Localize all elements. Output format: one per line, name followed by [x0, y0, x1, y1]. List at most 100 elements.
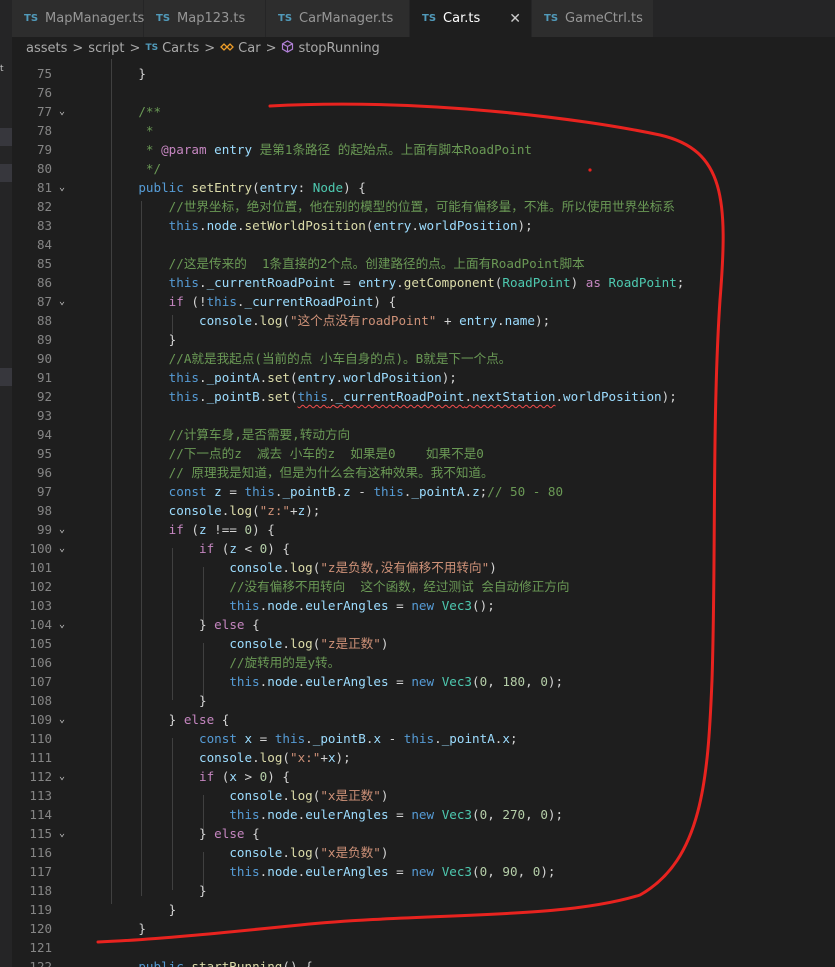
fold-chevron-icon[interactable]: [59, 938, 71, 957]
code-line[interactable]: 96 // 原理我是知道，但是为什么会有这种效果。我不知道。: [12, 463, 835, 482]
fold-chevron-icon[interactable]: [59, 273, 71, 292]
code-line[interactable]: 82 //世界坐标，绝对位置，他在别的模型的位置，可能有偏移量，不准。所以使用世…: [12, 197, 835, 216]
tab-gamectrl[interactable]: TS GameCtrl.ts: [532, 0, 654, 37]
close-icon[interactable]: ✕: [509, 11, 521, 27]
fold-chevron-icon[interactable]: [59, 235, 71, 254]
fold-chevron-icon[interactable]: [59, 596, 71, 615]
fold-chevron-icon[interactable]: [59, 406, 71, 425]
fold-chevron-icon[interactable]: ⌄: [59, 539, 71, 558]
code-line[interactable]: 81 ⌄ public setEntry(entry: Node) {: [12, 178, 835, 197]
fold-chevron-icon[interactable]: [59, 387, 71, 406]
sidebar-marker[interactable]: [0, 368, 12, 386]
breadcrumb-folder-assets[interactable]: assets: [26, 41, 67, 56]
code-line[interactable]: 99 ⌄ if (z !== 0) {: [12, 520, 835, 539]
fold-chevron-icon[interactable]: [59, 425, 71, 444]
code-line[interactable]: 88 console.log("这个点没有roadPoint" + entry.…: [12, 311, 835, 330]
fold-chevron-icon[interactable]: [59, 140, 71, 159]
fold-chevron-icon[interactable]: ⌄: [59, 710, 71, 729]
code-line[interactable]: 91 this._pointA.set(entry.worldPosition)…: [12, 368, 835, 387]
code-line[interactable]: 118 }: [12, 881, 835, 900]
code-line[interactable]: 111 console.log("x:"+x);: [12, 748, 835, 767]
code-line[interactable]: 78 *: [12, 121, 835, 140]
breadcrumb-file[interactable]: Car.ts: [162, 41, 199, 56]
code-line[interactable]: 119 }: [12, 900, 835, 919]
breadcrumb-class[interactable]: Car: [238, 41, 260, 56]
fold-chevron-icon[interactable]: ⌄: [59, 178, 71, 197]
code-line[interactable]: 89 }: [12, 330, 835, 349]
code-line[interactable]: 105 console.log("z是正数"): [12, 634, 835, 653]
fold-chevron-icon[interactable]: [59, 919, 71, 938]
fold-chevron-icon[interactable]: [59, 881, 71, 900]
code-line[interactable]: 102 //没有偏移不用转向 这个函数，经过测试 会自动修正方向: [12, 577, 835, 596]
fold-chevron-icon[interactable]: [59, 558, 71, 577]
tab-car[interactable]: TS Car.ts ✕: [410, 0, 532, 37]
fold-chevron-icon[interactable]: ⌄: [59, 102, 71, 121]
code-line[interactable]: 109 ⌄ } else {: [12, 710, 835, 729]
sidebar-marker[interactable]: [0, 128, 12, 146]
code-line[interactable]: 112 ⌄ if (x > 0) {: [12, 767, 835, 786]
fold-chevron-icon[interactable]: [59, 634, 71, 653]
code-line[interactable]: 85 //这是传来的 1条直接的2个点。创建路径的点。上面有RoadPoint脚…: [12, 254, 835, 273]
fold-chevron-icon[interactable]: [59, 957, 71, 967]
fold-chevron-icon[interactable]: [59, 330, 71, 349]
fold-chevron-icon[interactable]: [59, 216, 71, 235]
fold-chevron-icon[interactable]: ⌄: [59, 824, 71, 843]
fold-chevron-icon[interactable]: [59, 805, 71, 824]
code-line[interactable]: 90 //A就是我起点(当前的点 小车自身的点)。B就是下一个点。: [12, 349, 835, 368]
fold-chevron-icon[interactable]: [59, 349, 71, 368]
code-line[interactable]: 120 }: [12, 919, 835, 938]
code-line[interactable]: 103 this.node.eulerAngles = new Vec3();: [12, 596, 835, 615]
code-line[interactable]: 116 console.log("x是负数"): [12, 843, 835, 862]
code-line[interactable]: 108 }: [12, 691, 835, 710]
code-line[interactable]: 94 //计算车身,是否需要,转动方向: [12, 425, 835, 444]
tab-mapmanager[interactable]: TS MapManager.ts: [12, 0, 144, 37]
code-line[interactable]: 98 console.log("z:"+z);: [12, 501, 835, 520]
code-line[interactable]: 79 * @param entry 是第1条路径 的起始点。上面有脚本RoadP…: [12, 140, 835, 159]
fold-chevron-icon[interactable]: [59, 121, 71, 140]
code-line[interactable]: 117 this.node.eulerAngles = new Vec3(0, …: [12, 862, 835, 881]
fold-chevron-icon[interactable]: [59, 254, 71, 273]
fold-chevron-icon[interactable]: [59, 368, 71, 387]
code-line[interactable]: 80 */: [12, 159, 835, 178]
breadcrumb-folder-script[interactable]: script: [88, 41, 124, 56]
code-line[interactable]: 122 public startRunning() {: [12, 957, 835, 967]
fold-chevron-icon[interactable]: ⌄: [59, 520, 71, 539]
fold-chevron-icon[interactable]: [59, 463, 71, 482]
tab-map123[interactable]: TS Map123.ts: [144, 0, 266, 37]
fold-chevron-icon[interactable]: [59, 653, 71, 672]
fold-chevron-icon[interactable]: [59, 64, 71, 83]
fold-chevron-icon[interactable]: ⌄: [59, 767, 71, 786]
code-line[interactable]: 86 this._currentRoadPoint = entry.getCom…: [12, 273, 835, 292]
code-line[interactable]: 84: [12, 235, 835, 254]
fold-chevron-icon[interactable]: [59, 197, 71, 216]
code-line[interactable]: 97 const z = this._pointB.z - this._poin…: [12, 482, 835, 501]
fold-chevron-icon[interactable]: [59, 482, 71, 501]
code-line[interactable]: 104 ⌄ } else {: [12, 615, 835, 634]
code-line[interactable]: 83 this.node.setWorldPosition(entry.worl…: [12, 216, 835, 235]
tab-carmanager[interactable]: TS CarManager.ts: [266, 0, 410, 37]
fold-chevron-icon[interactable]: [59, 900, 71, 919]
code-line[interactable]: 92 this._pointB.set(this._currentRoadPoi…: [12, 387, 835, 406]
breadcrumb-method[interactable]: stopRunning: [298, 41, 379, 56]
fold-chevron-icon[interactable]: [59, 843, 71, 862]
fold-chevron-icon[interactable]: ⌄: [59, 292, 71, 311]
code-line[interactable]: 76: [12, 83, 835, 102]
code-line[interactable]: 115 ⌄ } else {: [12, 824, 835, 843]
code-line[interactable]: 75 }: [12, 64, 835, 83]
code-line[interactable]: 93: [12, 406, 835, 425]
fold-chevron-icon[interactable]: [59, 748, 71, 767]
code-line[interactable]: 100 ⌄ if (z < 0) {: [12, 539, 835, 558]
code-line[interactable]: 106 //旋转用的是y转。: [12, 653, 835, 672]
code-line[interactable]: 101 console.log("z是负数,没有偏移不用转向"): [12, 558, 835, 577]
fold-chevron-icon[interactable]: [59, 729, 71, 748]
fold-chevron-icon[interactable]: [59, 577, 71, 596]
code-line[interactable]: 110 const x = this._pointB.x - this._poi…: [12, 729, 835, 748]
code-line[interactable]: 113 console.log("x是正数"): [12, 786, 835, 805]
fold-chevron-icon[interactable]: [59, 786, 71, 805]
code-editor[interactable]: 75 } 76 77 ⌄ /** 78 * 79 * @param entry 是第1条路…: [12, 59, 835, 967]
code-line[interactable]: 114 this.node.eulerAngles = new Vec3(0, …: [12, 805, 835, 824]
code-line[interactable]: 107 this.node.eulerAngles = new Vec3(0, …: [12, 672, 835, 691]
fold-chevron-icon[interactable]: [59, 159, 71, 178]
fold-chevron-icon[interactable]: [59, 672, 71, 691]
fold-chevron-icon[interactable]: [59, 83, 71, 102]
